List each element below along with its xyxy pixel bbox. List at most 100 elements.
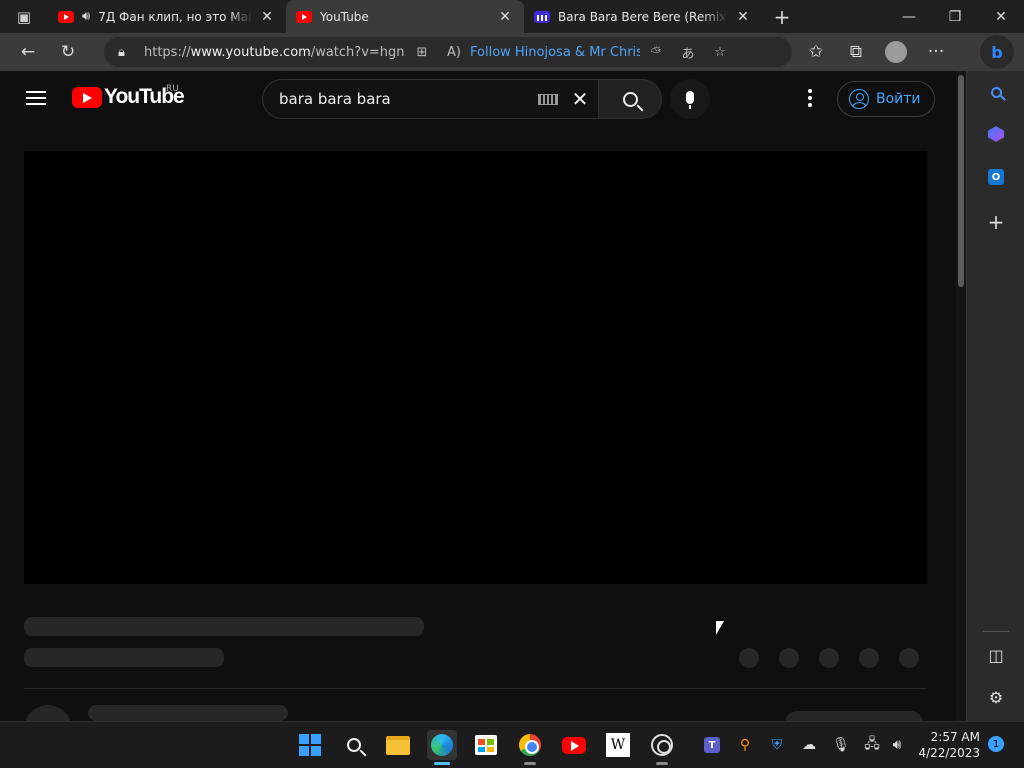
tab-actions-icon: ▣ xyxy=(16,7,32,26)
teams-icon: T xyxy=(704,737,720,753)
sidebar-add-button[interactable]: + xyxy=(981,207,1011,237)
edge-icon xyxy=(431,734,453,756)
microphone-tray-button[interactable]: 🎙︎ xyxy=(831,735,851,755)
taskbar-search-button[interactable] xyxy=(339,730,369,760)
edge-taskbar-button[interactable] xyxy=(427,730,457,765)
back-button[interactable]: ← xyxy=(8,36,48,68)
hide-sidebar-button[interactable]: ◫ xyxy=(981,640,1011,670)
search-icon xyxy=(990,86,1002,98)
sidebar-outlook-button[interactable]: O xyxy=(981,162,1011,192)
tab-video-fanclip[interactable]: 🔊︎ 7Д Фан клип, но это Майнкрафт ✕ xyxy=(48,0,286,33)
action-placeholder xyxy=(899,648,919,668)
youtube-favicon-icon xyxy=(296,10,312,23)
sidebar-search-button[interactable] xyxy=(981,77,1011,107)
clock-time: 2:57 AM xyxy=(930,730,980,744)
lock-icon[interactable]: 🔒︎ xyxy=(118,45,144,60)
title-placeholder xyxy=(24,617,424,636)
action-placeholder xyxy=(739,648,759,668)
new-tab-button[interactable]: + xyxy=(762,0,802,33)
translate-icon[interactable]: あ xyxy=(672,43,704,62)
shield-icon: ⛨ xyxy=(771,737,783,753)
outlook-icon: O xyxy=(988,169,1004,185)
microphone-icon: 🎙︎ xyxy=(832,737,850,753)
favorites-button[interactable]: ✩ xyxy=(796,36,836,68)
refresh-icon: ↻ xyxy=(60,42,76,62)
subscribe-placeholder xyxy=(785,711,923,721)
tray-app-button[interactable]: ⚲ xyxy=(735,735,755,755)
search-button[interactable] xyxy=(598,79,662,119)
voice-search-button[interactable] xyxy=(670,79,710,119)
country-code: RU xyxy=(166,84,179,94)
close-tab-icon[interactable]: ✕ xyxy=(258,9,276,25)
window-controls: — ❐ ✕ xyxy=(886,0,1024,33)
close-icon: ✕ xyxy=(995,8,1007,25)
settings-menu-button[interactable] xyxy=(798,89,822,109)
guide-menu-button[interactable] xyxy=(16,87,56,111)
youtube-icon xyxy=(562,736,586,754)
copilot-icon xyxy=(988,126,1004,142)
close-tab-icon[interactable]: ✕ xyxy=(734,9,752,25)
tab-youtube[interactable]: YouTube ✕ xyxy=(286,0,524,33)
obs-button[interactable] xyxy=(647,730,677,765)
network-icon: 🖧︎ xyxy=(864,736,880,752)
gear-icon: ⚙ xyxy=(988,687,1004,707)
magnifier-key-icon: ⚲ xyxy=(739,737,751,753)
url-text[interactable]: https://www.youtube.com/watch?v=hgn... xyxy=(144,45,406,60)
restore-button[interactable]: ❐ xyxy=(932,0,978,33)
profile-button[interactable] xyxy=(876,36,916,68)
minimize-button[interactable]: — xyxy=(886,0,932,33)
network-tray-button[interactable]: 🖧︎ xyxy=(862,735,882,755)
page-scrollbar[interactable] xyxy=(956,71,966,721)
sidebar-divider xyxy=(983,631,1009,632)
clock[interactable]: 2:57 AM 4/22/2023 xyxy=(918,729,980,761)
teams-tray-button[interactable]: T xyxy=(702,735,722,755)
tab-bara-bara-remix[interactable]: Bara Bara Bere Bere (Remix) by Alex ✕ xyxy=(524,0,762,33)
folder-icon xyxy=(386,735,410,755)
store-button[interactable] xyxy=(471,730,501,760)
start-button[interactable] xyxy=(295,730,325,760)
read-aloud-icon[interactable]: A) xyxy=(438,45,470,60)
video-player[interactable] xyxy=(24,151,927,584)
section-divider xyxy=(24,688,927,689)
chrome-button[interactable] xyxy=(515,730,545,765)
screen: ▣ 🔊︎ 7Д Фан клип, но это Майнкрафт ✕ You… xyxy=(0,0,1024,768)
add-favorite-icon[interactable]: ☆ xyxy=(704,45,736,60)
youtube-app-button[interactable] xyxy=(559,730,589,760)
channel-name-placeholder xyxy=(88,705,288,721)
collections-button[interactable]: ⧉ xyxy=(836,36,876,68)
address-bar[interactable]: 🔒︎ https://www.youtube.com/watch?v=hgn..… xyxy=(104,37,792,67)
weather-extension-icon[interactable]: ⛅︎ xyxy=(640,45,672,60)
notification-badge[interactable]: 1 xyxy=(988,736,1004,752)
volume-tray-button[interactable]: 🔊︎ xyxy=(887,735,907,755)
tab-title: YouTube xyxy=(320,9,369,24)
sidebar-panel-icon: ◫ xyxy=(988,645,1004,665)
minimize-icon: — xyxy=(902,8,916,25)
bing-chat-button[interactable]: b xyxy=(980,35,1014,69)
close-window-button[interactable]: ✕ xyxy=(978,0,1024,33)
file-explorer-button[interactable] xyxy=(383,730,413,760)
sidebar-copilot-button[interactable] xyxy=(981,119,1011,149)
keyboard-icon[interactable] xyxy=(538,93,558,105)
wikipedia-button[interactable]: W xyxy=(603,730,633,760)
arrow-left-icon: ← xyxy=(20,42,36,62)
close-tab-icon[interactable]: ✕ xyxy=(496,9,514,25)
speaker-icon[interactable]: 🔊︎ xyxy=(82,9,90,24)
security-tray-button[interactable]: ⛨ xyxy=(767,735,787,755)
search-query[interactable]: bara bara bara xyxy=(279,90,538,108)
tab-actions-button[interactable]: ▣ xyxy=(0,0,48,33)
bing-icon: b xyxy=(991,42,1003,62)
app-available-icon[interactable]: ⊞ xyxy=(406,45,438,60)
sidebar-settings-button[interactable]: ⚙ xyxy=(981,682,1011,712)
follow-creator-link[interactable]: Follow Hinojosa & Mr Chris xyxy=(470,45,640,60)
settings-more-button[interactable]: ··· xyxy=(916,36,956,68)
sign-in-button[interactable]: Войти xyxy=(837,81,935,117)
clock-date: 4/22/2023 xyxy=(918,746,980,760)
refresh-button[interactable]: ↻ xyxy=(48,36,88,68)
search-input[interactable]: bara bara bara ✕ xyxy=(262,79,598,119)
clear-search-icon[interactable]: ✕ xyxy=(566,87,594,111)
toolbar-right: ✩ ⧉ ··· xyxy=(796,33,956,71)
plus-icon: + xyxy=(773,4,791,29)
youtube-favicon-icon xyxy=(58,10,74,23)
onedrive-tray-button[interactable]: ☁ xyxy=(799,735,819,755)
scrollbar-thumb[interactable] xyxy=(958,75,964,287)
